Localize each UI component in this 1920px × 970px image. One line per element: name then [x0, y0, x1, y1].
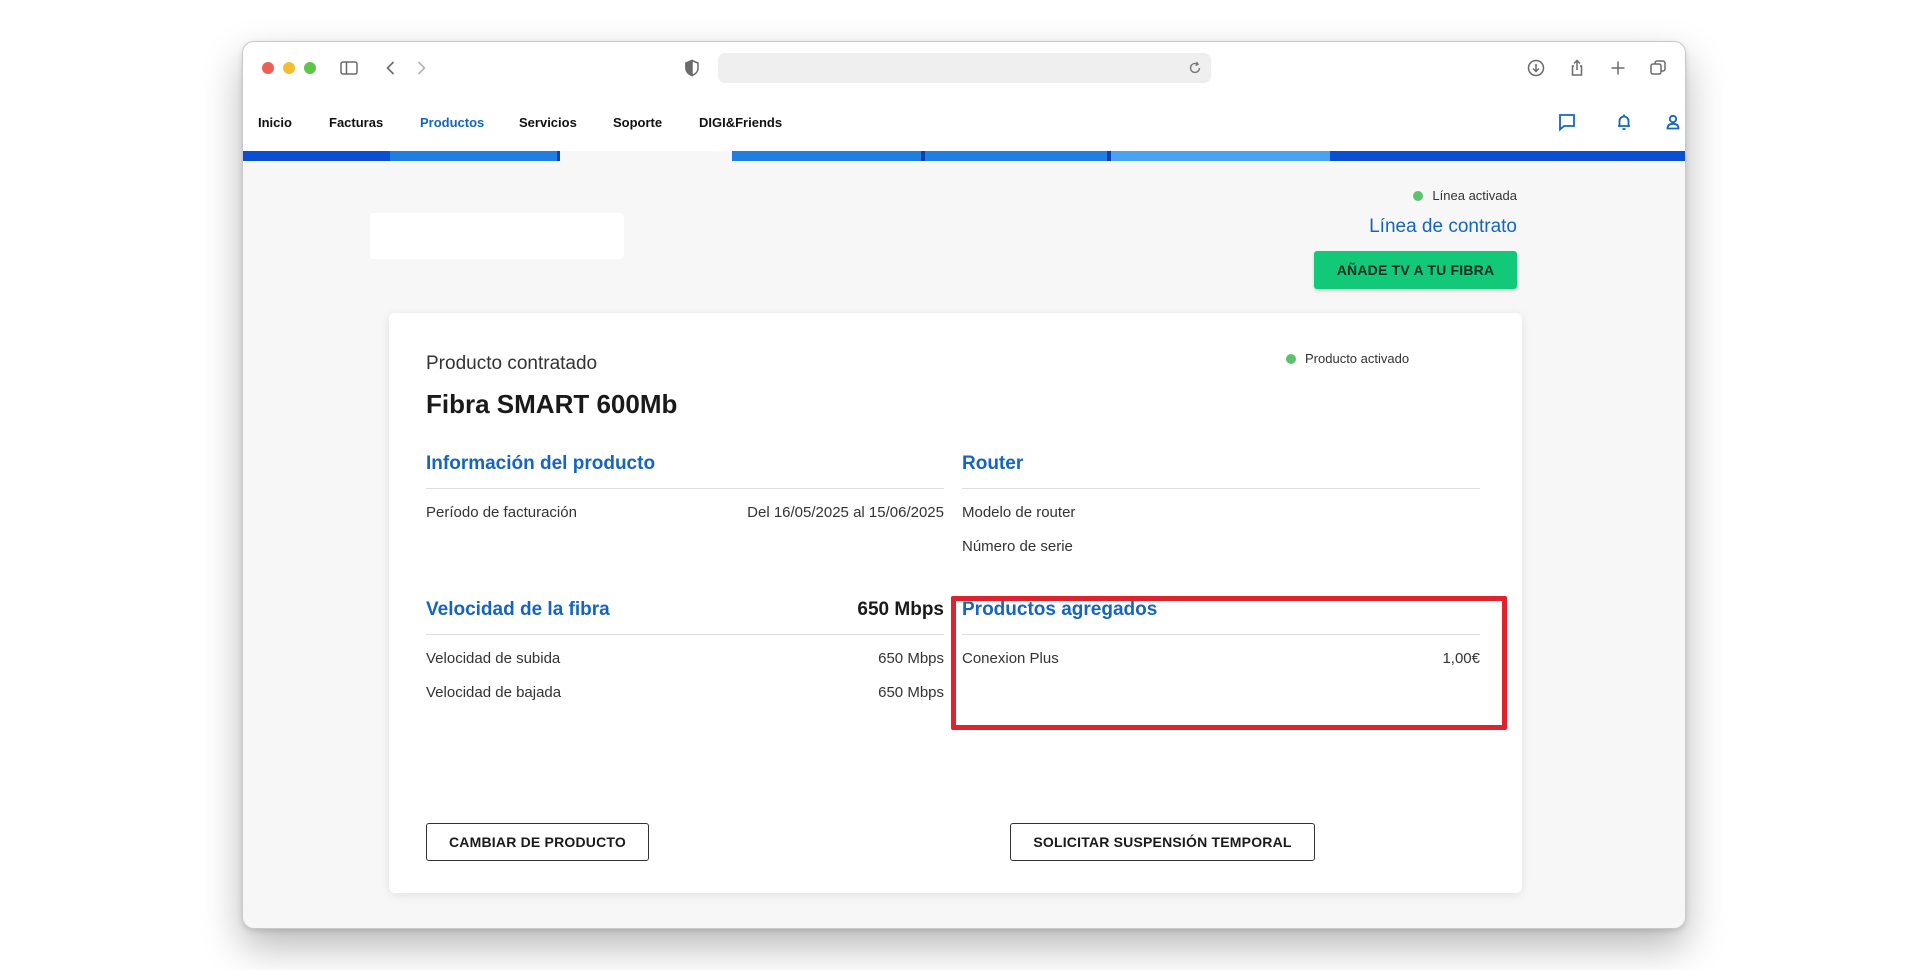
upload-speed-value: 650 Mbps — [878, 649, 944, 667]
forward-icon[interactable] — [409, 56, 433, 80]
line-contract-link[interactable]: Línea de contrato — [1369, 216, 1517, 238]
chat-icon[interactable] — [1556, 111, 1578, 133]
site-nav: Inicio Facturas Productos Servicios Sopo… — [243, 94, 1685, 151]
speed-section: Velocidad de la fibra 650 Mbps Velocidad… — [426, 599, 944, 709]
nav-servicios[interactable]: Servicios — [519, 115, 577, 130]
speed-title: Velocidad de la fibra — [426, 599, 610, 620]
nav-digi-friends[interactable]: DIGI&Friends — [699, 115, 782, 130]
privacy-shield-icon[interactable] — [680, 56, 704, 80]
nav-soporte[interactable]: Soporte — [613, 115, 662, 130]
address-bar[interactable] — [718, 53, 1211, 83]
sidebar-toggle-icon[interactable] — [337, 56, 361, 80]
close-window-button[interactable] — [262, 62, 274, 74]
download-speed-label: Velocidad de bajada — [426, 683, 562, 701]
addons-section: Productos agregados Conexion Plus 1,00€ — [962, 599, 1480, 675]
billing-period-value: Del 16/05/2025 al 15/06/2025 — [747, 503, 944, 521]
line-status: Línea activada — [1413, 188, 1517, 203]
list-item: Velocidad de subida 650 Mbps — [426, 641, 944, 675]
downloads-icon[interactable] — [1524, 56, 1548, 80]
product-label: Producto contratado — [426, 353, 598, 374]
logo — [370, 213, 624, 259]
browser-window: Inicio Facturas Productos Servicios Sopo… — [242, 41, 1686, 929]
download-speed-value: 650 Mbps — [878, 683, 944, 701]
addon-price: 1,00€ — [1442, 649, 1480, 667]
browser-toolbar — [243, 42, 1685, 94]
share-icon[interactable] — [1565, 56, 1589, 80]
list-item: Número de serie — [962, 529, 1480, 563]
list-item: Período de facturación Del 16/05/2025 al… — [426, 495, 944, 529]
addon-name: Conexion Plus — [962, 649, 1059, 667]
nav-inicio[interactable]: Inicio — [258, 115, 292, 130]
product-card: Producto contratado Fibra SMART 600Mb Pr… — [389, 313, 1522, 893]
upload-speed-label: Velocidad de subida — [426, 649, 561, 667]
product-name: Fibra SMART 600Mb — [426, 389, 678, 419]
decorative-stripe — [243, 151, 1685, 161]
nav-facturas[interactable]: Facturas — [329, 115, 383, 130]
page-content: Línea activada Línea de contrato AÑADE T… — [243, 161, 1685, 928]
router-model-label: Modelo de router — [962, 503, 1076, 521]
status-dot-icon — [1286, 353, 1296, 364]
product-status: Producto activado — [1286, 351, 1409, 366]
speed-value: 650 Mbps — [857, 599, 944, 620]
product-info-title: Información del producto — [426, 453, 656, 474]
new-tab-icon[interactable] — [1606, 56, 1630, 80]
list-item: Modelo de router — [962, 495, 1480, 529]
product-status-text: Producto activado — [1305, 351, 1410, 366]
addons-title: Productos agregados — [962, 599, 1158, 620]
user-icon[interactable] — [1662, 111, 1684, 133]
back-icon[interactable] — [379, 56, 403, 80]
minimize-window-button[interactable] — [283, 62, 295, 74]
nav-productos[interactable]: Productos — [420, 115, 484, 130]
reload-icon[interactable] — [1187, 60, 1203, 76]
router-section: Router Modelo de router Número de serie — [962, 453, 1480, 563]
product-info-section: Información del producto Período de fact… — [426, 453, 944, 529]
billing-period-label: Período de facturación — [426, 503, 577, 521]
add-tv-button[interactable]: AÑADE TV A TU FIBRA — [1314, 251, 1517, 289]
zoom-window-button[interactable] — [304, 62, 316, 74]
request-suspension-button[interactable]: SOLICITAR SUSPENSIÓN TEMPORAL — [1010, 823, 1315, 861]
router-title: Router — [962, 453, 1024, 474]
serial-number-label: Número de serie — [962, 537, 1073, 555]
status-dot-icon — [1413, 190, 1424, 201]
line-status-text: Línea activada — [1432, 188, 1517, 203]
bell-icon[interactable] — [1613, 111, 1635, 133]
list-item: Conexion Plus 1,00€ — [962, 641, 1480, 675]
list-item: Velocidad de bajada 650 Mbps — [426, 675, 944, 709]
change-product-button[interactable]: CAMBIAR DE PRODUCTO — [426, 823, 649, 861]
tab-overview-icon[interactable] — [1646, 56, 1670, 80]
